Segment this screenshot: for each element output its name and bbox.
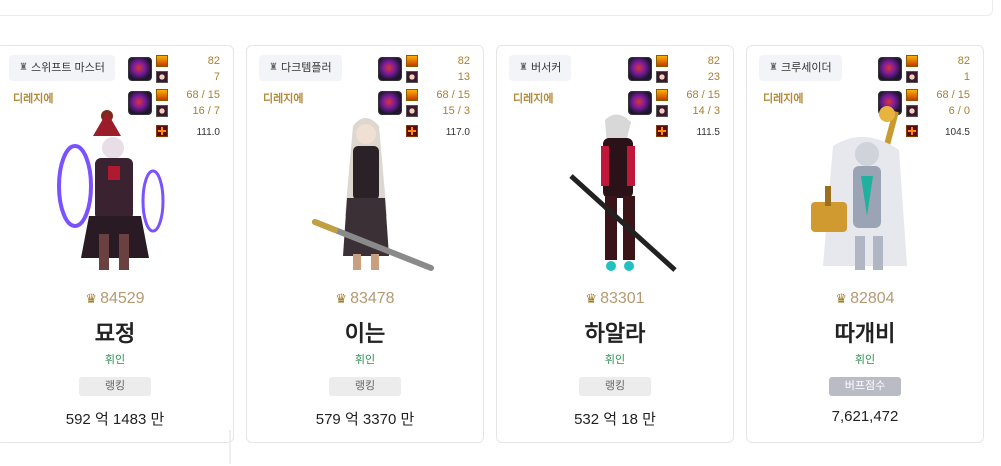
top-panel xyxy=(0,0,993,16)
equip-value: 68 / 15 xyxy=(936,89,970,101)
damage-value: 532 억 18 만 xyxy=(574,411,656,428)
weapon-icon xyxy=(878,57,902,81)
buff-score-badge: 버프점수 xyxy=(829,377,901,396)
trophy-icon: ♛ xyxy=(585,291,598,306)
score-value: 83478 xyxy=(350,290,395,307)
score-row: ♛ 82804 xyxy=(747,290,983,308)
damage-value: 579 억 3370 만 xyxy=(315,411,415,428)
equip-value: 1 xyxy=(963,71,970,83)
class-name: 버서커 xyxy=(530,62,562,74)
class-icon: ♜ xyxy=(769,62,778,73)
equip-value: 13 xyxy=(457,71,470,83)
equip-value: 23 xyxy=(707,71,720,83)
guild-name: 휘인 xyxy=(854,354,876,366)
ranking-badge: 랭킹 xyxy=(79,377,151,396)
character-card[interactable]: ♜ 다크템플러 디레지에 82 13 68 / 15 15 / 3 117.0 … xyxy=(246,45,484,443)
equip-value: 68 / 15 xyxy=(186,89,220,101)
creature-icon xyxy=(656,71,668,83)
role-label: 디레지에 xyxy=(513,93,554,105)
score-row: ♛ 83478 xyxy=(247,290,483,308)
title-icon xyxy=(406,89,418,101)
class-icon: ♜ xyxy=(269,62,278,73)
equip-value: 7 xyxy=(213,71,220,83)
guild-name: 휘인 xyxy=(604,354,626,366)
character-avatar xyxy=(569,114,677,272)
title-icon xyxy=(656,55,668,67)
title-icon xyxy=(156,55,168,67)
character-name[interactable]: 묘정 xyxy=(0,316,233,348)
class-chip: ♜ 스위프트 마스터 xyxy=(9,55,115,81)
character-avatar xyxy=(312,118,434,271)
character-name[interactable]: 이는 xyxy=(247,316,483,348)
weapon-icon xyxy=(128,57,152,81)
character-card[interactable]: ♜ 크루세이더 디레지에 82 1 68 / 15 6 / 0 104.5 ♛ 8… xyxy=(746,45,984,443)
equip-value: 82 xyxy=(207,55,220,67)
equip-value: 82 xyxy=(957,55,970,67)
character-card[interactable]: ♜ 스위프트 마스터 디레지에 82 7 68 / 15 16 / 7 111.… xyxy=(0,45,234,464)
creature-icon xyxy=(156,71,168,83)
equip-value: 82 xyxy=(457,55,470,67)
class-icon: ♜ xyxy=(19,62,28,73)
guild-name: 휘인 xyxy=(354,354,376,366)
character-card[interactable]: ♜ 버서커 디레지에 82 23 68 / 15 14 / 3 111.5 ♛ 8… xyxy=(496,45,734,443)
character-avatar xyxy=(57,110,165,270)
class-chip: ♜ 크루세이더 xyxy=(759,55,842,81)
character-name[interactable]: 따개비 xyxy=(747,316,983,348)
class-name: 다크템플러 xyxy=(280,62,332,74)
trophy-icon: ♛ xyxy=(335,291,348,306)
weapon-icon xyxy=(628,57,652,81)
character-avatar xyxy=(811,106,907,270)
class-name: 스위프트 마스터 xyxy=(30,62,105,74)
guild-name: 휘인 xyxy=(104,354,126,366)
title-icon xyxy=(656,89,668,101)
buff-value: 7,621,472 xyxy=(831,408,899,425)
equip-value: 82 xyxy=(707,55,720,67)
character-name[interactable]: 하알라 xyxy=(497,316,733,348)
creature-icon xyxy=(906,71,918,83)
trophy-icon: ♛ xyxy=(85,291,98,306)
role-label: 디레지에 xyxy=(763,93,804,105)
card-edge xyxy=(229,430,231,464)
creature-icon xyxy=(406,71,418,83)
score-row: ♛ 84529 xyxy=(0,290,233,308)
title-icon xyxy=(406,55,418,67)
score-row: ♛ 83301 xyxy=(497,290,733,308)
title-icon xyxy=(906,89,918,101)
class-name: 크루세이더 xyxy=(780,62,832,74)
ranking-badge: 랭킹 xyxy=(579,377,651,396)
class-icon: ♜ xyxy=(519,62,528,73)
class-chip: ♜ 버서커 xyxy=(509,55,572,81)
damage-value: 592 억 1483 만 xyxy=(65,411,165,428)
equip-value: 68 / 15 xyxy=(686,89,720,101)
title-icon xyxy=(906,55,918,67)
title-icon xyxy=(156,89,168,101)
score-value: 83301 xyxy=(600,290,645,307)
weapon-icon xyxy=(378,57,402,81)
score-value: 84529 xyxy=(100,290,145,307)
trophy-icon: ♛ xyxy=(835,291,848,306)
class-chip: ♜ 다크템플러 xyxy=(259,55,342,81)
equip-value: 68 / 15 xyxy=(436,89,470,101)
score-value: 82804 xyxy=(850,290,895,307)
role-label: 디레지에 xyxy=(13,93,54,105)
role-label: 디레지에 xyxy=(263,93,304,105)
ranking-badge: 랭킹 xyxy=(329,377,401,396)
